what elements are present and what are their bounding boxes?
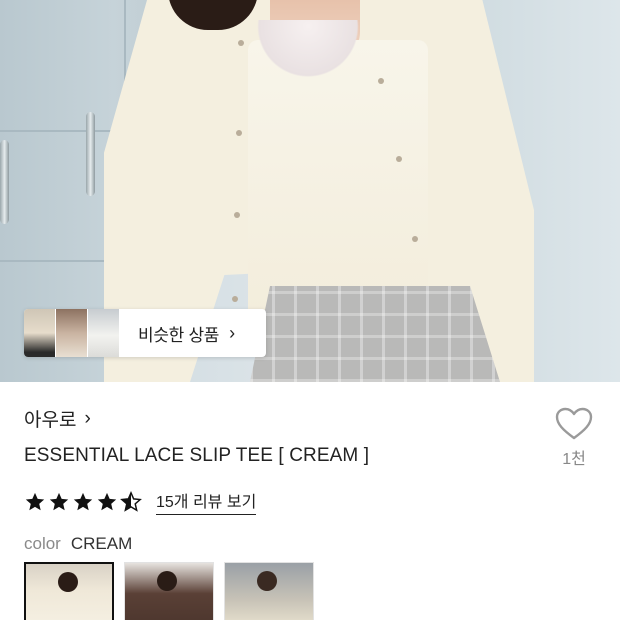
like-button[interactable]: 1천 [548, 407, 600, 469]
cardigan-button [236, 130, 242, 136]
star-full-icon [97, 492, 117, 510]
lace-trim [250, 20, 366, 84]
color-label: color [24, 534, 61, 553]
chevron-right-icon: › [84, 407, 91, 429]
rating-row: 15개 리뷰 보기 [24, 488, 257, 515]
product-hero-image[interactable]: 비슷한 상품 › [0, 0, 620, 382]
plaid-skirt [250, 286, 500, 382]
star-full-icon [49, 492, 69, 510]
color-value: CREAM [70, 534, 133, 553]
cardigan-button [234, 212, 240, 218]
brand-link[interactable]: 아우로 › [24, 405, 91, 432]
similar-thumbnail [24, 309, 56, 357]
review-link[interactable]: 15개 리뷰 보기 [156, 488, 257, 515]
heart-outline-icon [555, 407, 593, 440]
cardigan-button [396, 156, 402, 162]
similar-thumbnail [88, 309, 120, 357]
cardigan-button [378, 78, 384, 84]
color-swatch-brown[interactable] [124, 562, 214, 620]
color-swatch-cream[interactable] [24, 562, 114, 620]
chevron-right-icon: › [229, 322, 236, 343]
star-half-icon [120, 490, 142, 512]
star-full-icon [25, 492, 45, 510]
cabinet-handle [86, 112, 95, 196]
product-title: ESSENTIAL LACE SLIP TEE [ CREAM ] [24, 445, 370, 466]
star-rating [24, 490, 144, 513]
cardigan-button [232, 296, 238, 302]
cardigan-button [412, 236, 418, 242]
cabinet-handle [0, 140, 9, 224]
color-swatch-ivory-alt[interactable] [224, 562, 314, 620]
brand-name: 아우로 [24, 410, 77, 431]
color-swatches [24, 562, 324, 620]
like-count: 1천 [562, 451, 586, 468]
cardigan-button [238, 40, 244, 46]
similar-thumbnail [56, 309, 88, 357]
color-selector-label: color CREAM [24, 534, 132, 554]
similar-products-label: 비슷한 상품 [138, 325, 220, 345]
similar-products-button[interactable]: 비슷한 상품 › [24, 309, 266, 357]
star-full-icon [73, 492, 93, 510]
